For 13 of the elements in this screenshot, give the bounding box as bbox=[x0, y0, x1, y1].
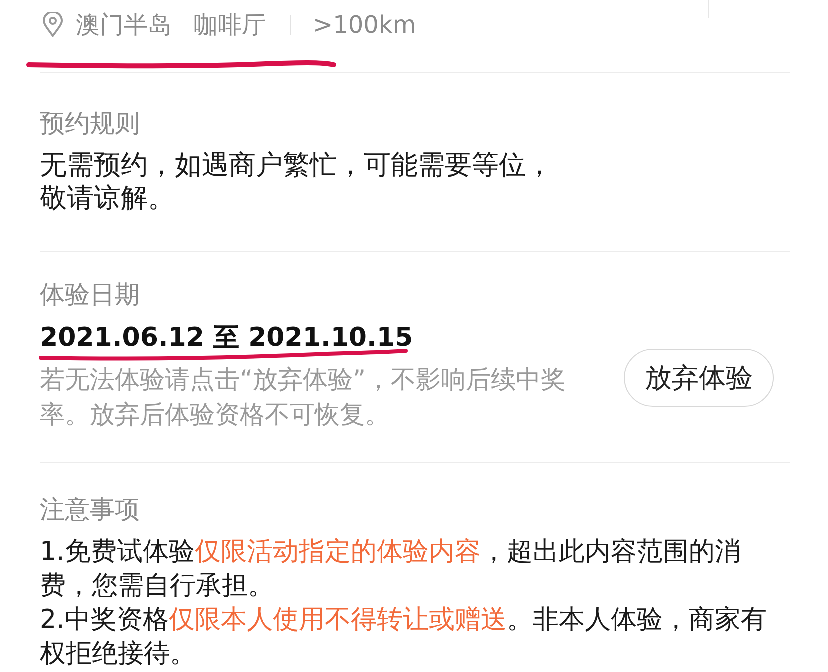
location-area: 澳门半岛 bbox=[76, 9, 172, 41]
section-title: 注意事项 bbox=[40, 494, 141, 526]
date-range: 2021.06.12 至 2021.10.15 bbox=[40, 323, 414, 353]
give-up-button[interactable]: 放弃体验 bbox=[624, 349, 774, 407]
section-title: 预约规则 bbox=[40, 108, 141, 140]
rules-text: 无需预约，如遇商户繁忙，可能需要等位，敬请谅解。 bbox=[40, 149, 554, 215]
distance-text: >100km bbox=[313, 11, 416, 39]
location-pin-icon bbox=[42, 12, 64, 38]
give-up-hint: 若无法体验请点击“放弃体验”，不影响后续中奖率。放弃后体验资格不可恢复。 bbox=[40, 364, 567, 431]
shop-category: 咖啡厅 bbox=[194, 10, 266, 41]
notice-item: 2.中奖资格仅限本人使用不得转让或赠送。非本人体验，商家有权拒绝接待。 bbox=[40, 604, 768, 671]
section-title: 体验日期 bbox=[40, 279, 141, 311]
notice-item: 1.免费试体验仅限活动指定的体验内容，超出此内容范围的消费，您需自行承担。 bbox=[40, 536, 742, 603]
